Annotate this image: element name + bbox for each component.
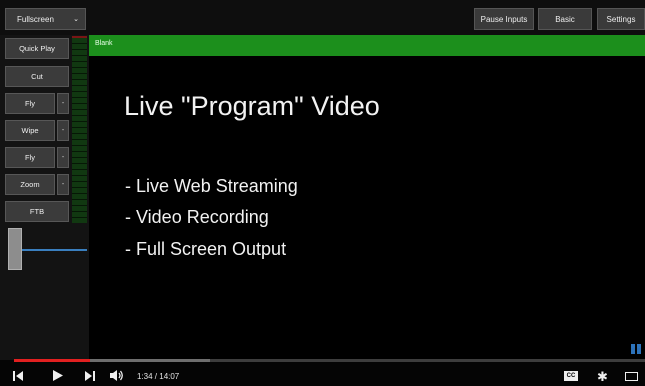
program-header: Blank xyxy=(89,35,645,56)
zoom-button[interactable]: Zoom xyxy=(5,174,55,195)
zoom-dropdown-button[interactable]: - xyxy=(57,174,69,195)
captions-icon[interactable]: CC xyxy=(564,371,578,381)
quick-play-button[interactable]: Quick Play xyxy=(5,38,69,59)
time-display: 1:34 / 14:07 xyxy=(137,372,180,381)
wipe-dropdown-button[interactable]: - xyxy=(57,120,69,141)
bullet-item: - Full Screen Output xyxy=(125,239,287,259)
program-title: Live "Program" Video xyxy=(124,91,380,121)
wipe-button[interactable]: Wipe xyxy=(5,120,55,141)
settings-button[interactable]: Settings xyxy=(597,8,645,30)
top-toolbar: Fullscreen ⌄ Pause Inputs Basic Settings xyxy=(0,0,645,35)
play-icon[interactable] xyxy=(52,369,64,382)
fullscreen-button[interactable]: Fullscreen ⌄ xyxy=(5,8,86,30)
progress-played xyxy=(14,359,90,362)
skip-next-icon[interactable] xyxy=(84,370,96,382)
tbar-handle[interactable] xyxy=(8,228,22,270)
gear-icon[interactable]: ✱ xyxy=(597,369,608,385)
fly-2-dropdown-button[interactable]: - xyxy=(57,147,69,168)
chevron-down-icon: ⌄ xyxy=(73,16,79,23)
ftb-button[interactable]: FTB xyxy=(5,201,69,222)
fly-2-button[interactable]: Fly xyxy=(5,147,55,168)
grid-icon[interactable] xyxy=(631,344,641,354)
program-input-name: Blank xyxy=(95,40,113,47)
program-output: Blank Live "Program" Video - Live Web St… xyxy=(89,35,645,360)
fullscreen-button-label: Fullscreen xyxy=(17,14,54,24)
volume-icon[interactable] xyxy=(109,369,125,382)
audio-meter xyxy=(72,38,87,223)
bullet-item: - Live Web Streaming xyxy=(125,176,298,196)
pause-inputs-button[interactable]: Pause Inputs xyxy=(474,8,534,30)
basic-button[interactable]: Basic xyxy=(538,8,592,30)
fly-dropdown-button[interactable]: - xyxy=(57,93,69,114)
bullet-item: - Video Recording xyxy=(125,207,269,227)
fly-button[interactable]: Fly xyxy=(5,93,55,114)
theater-mode-icon[interactable] xyxy=(625,372,638,381)
player-controls xyxy=(0,360,645,386)
skip-back-icon[interactable] xyxy=(12,370,24,382)
cut-button[interactable]: Cut xyxy=(5,66,69,87)
